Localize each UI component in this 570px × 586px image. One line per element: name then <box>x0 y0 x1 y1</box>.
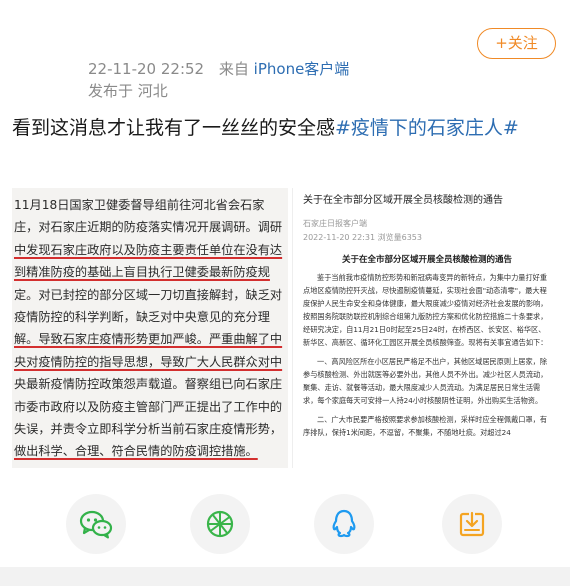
image-left-line: 失误，并责令立即科学分析当前石家庄疫情形势， <box>14 422 283 437</box>
post-text: 看到这消息才让我有了一丝丝的安全感#疫情下的石家庄人# <box>12 114 558 142</box>
post-from-label: 来自 <box>218 60 249 78</box>
image-left-line: 解。导致石家庄疫情形势更加严峻。严重曲解了中 <box>14 332 283 347</box>
post-image-left[interactable]: 11月18日国家卫健委督导组前往河北省会石家 庄，对石家庄近期的防疫落实情况开展… <box>12 188 288 468</box>
image-left-line: 央最新疫情防控政策怨声载道。督察组已向石家庄 <box>14 377 283 392</box>
notice-title: 关于在全市部分区域开展全员核酸检测的通告 <box>303 195 503 206</box>
moments-share-button[interactable] <box>190 494 250 554</box>
hashtag-link[interactable]: #疫情下的石家庄人# <box>335 117 519 139</box>
image-left-line: 中发现石家庄政府以及防疫主要责任单位在没有达 <box>14 242 283 257</box>
post-meta: 22-11-20 22:52 来自 iPhone客户端 发布于 河北 <box>88 58 349 102</box>
image-left-line: 疫情防控的科学判断，缺乏对中央意见的充分理 <box>14 310 270 325</box>
image-left-line: 定。对已封控的部分区域一刀切直接解封，缺乏对 <box>14 287 283 302</box>
wechat-share-button[interactable] <box>66 494 126 554</box>
image-left-line: 11月18日国家卫健委督导组前往河北省会石家 <box>14 198 265 212</box>
share-actions <box>0 486 570 558</box>
save-image-button[interactable] <box>442 494 502 554</box>
notice-time: 2022-11-20 22:31 浏览量6353 <box>303 233 422 242</box>
post-location: 发布于 河北 <box>88 82 168 100</box>
notice-paragraph: 鉴于当前我市疫情防控形势和新冠病毒变异的新特点，为集中力量打好重点地区疫情防控歼… <box>303 273 548 347</box>
follow-button[interactable]: +关注 <box>477 28 556 59</box>
image-left-line: 央对疫情防控的指导思想，导致广大人民群众对中 <box>14 354 283 369</box>
image-left-line: 到精准防疫的基础上盲目执行卫健委最新防疫规 <box>14 265 270 280</box>
image-left-line: 做出科学、合理、符合民情的防疫调控措施。 <box>14 444 258 459</box>
post-text-body: 看到这消息才让我有了一丝丝的安全感 <box>12 117 336 139</box>
notice-source: 石家庄日报客户端 <box>303 219 367 228</box>
qq-share-button[interactable] <box>314 494 374 554</box>
post-source-link[interactable]: iPhone客户端 <box>254 60 350 78</box>
notice-paragraph: 二、广大市民要严格按照要求参加核酸检测，采样时应全程佩戴口罩，有序排队，保持1米… <box>303 415 548 437</box>
qq-icon <box>332 509 356 538</box>
post-image-right[interactable]: 关于在全市部分区域开展全员核酸检测的通告 石家庄日报客户端 2022-11-20… <box>292 188 559 468</box>
wechat-icon <box>79 510 113 539</box>
post-timestamp: 22-11-20 22:52 <box>88 60 205 78</box>
notice-heading: 关于在全市部分区域开展全员核酸检测的通告 <box>341 255 512 265</box>
image-left-text: 11月18日国家卫健委督导组前往河北省会石家 庄，对石家庄近期的防疫落实情况开展… <box>14 194 286 463</box>
moments-icon <box>206 510 234 538</box>
image-right-content: 关于在全市部分区域开展全员核酸检测的通告 石家庄日报客户端 2022-11-20… <box>303 194 551 439</box>
notice-paragraph: 一、高风险区所在小区居民严格足不出户，其他区域居民原则上居家，除参与核酸检测、外… <box>303 357 548 405</box>
image-left-line: 市委市政府以及防疫主管部门严正提出了工作中的 <box>14 399 283 414</box>
bottom-bar <box>0 567 570 586</box>
image-left-line: 庄，对石家庄近期的防疫落实情况开展调研。调研 <box>14 220 283 235</box>
save-icon <box>459 511 485 537</box>
post-meta-line: 22-11-20 22:52 来自 iPhone客户端 <box>88 58 349 80</box>
